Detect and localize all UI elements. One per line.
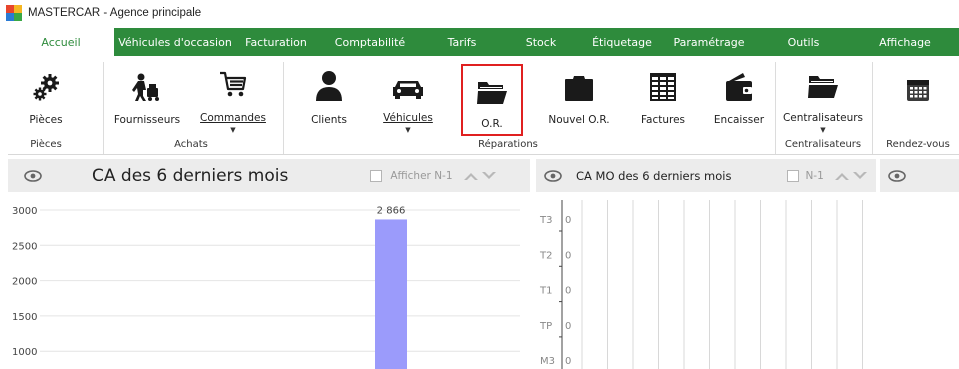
tab-facturation[interactable]: Facturation xyxy=(236,28,316,56)
ca-chart-svg: 3000 2500 2000 1500 1000 2 866 xyxy=(12,205,520,369)
rendezvous-button[interactable] xyxy=(888,60,948,134)
factures-button[interactable]: Factures xyxy=(632,60,694,134)
cart-icon xyxy=(218,64,248,100)
fournisseurs-button[interactable]: Fournisseurs xyxy=(112,60,182,134)
encaisser-button[interactable]: Encaisser xyxy=(704,60,774,134)
value-label: 0 xyxy=(565,250,571,261)
tab-comptabilite[interactable]: Comptabilité xyxy=(316,28,424,56)
chevron-down-icon: ▼ xyxy=(405,126,411,134)
group-separator xyxy=(283,62,284,154)
open-folder-icon xyxy=(807,64,839,100)
window-title: MASTERCAR - Agence principale xyxy=(28,7,202,19)
n1-label: N-1 xyxy=(805,169,824,182)
value-label: 0 xyxy=(565,356,571,367)
title-bar: MASTERCAR - Agence principale xyxy=(0,0,959,26)
tab-stock[interactable]: Stock xyxy=(500,28,582,56)
tab-tarifs[interactable]: Tarifs xyxy=(424,28,500,56)
group-separator xyxy=(872,62,873,154)
commandes-label: Commandes xyxy=(200,112,266,124)
gears-icon xyxy=(31,64,61,102)
group-label-reparations: Réparations xyxy=(478,139,538,150)
pieces-label: Pièces xyxy=(29,114,63,126)
group-label-achats: Achats xyxy=(174,139,208,150)
chevron-down-icon[interactable] xyxy=(852,171,868,181)
afficher-n1-label: Afficher N-1 xyxy=(390,169,453,182)
chevron-down-icon[interactable] xyxy=(481,171,497,181)
group-separator xyxy=(775,62,776,154)
pieces-button[interactable]: Pièces xyxy=(18,60,74,134)
nouvel-or-button[interactable]: Nouvel O.R. xyxy=(542,60,616,134)
bar xyxy=(375,219,407,369)
tab-etiquetage[interactable]: Étiquetage xyxy=(582,28,662,56)
delivery-person-icon xyxy=(131,64,163,102)
nouvel-or-label: Nouvel O.R. xyxy=(548,114,610,126)
y-tick-label: 1500 xyxy=(12,312,37,323)
tab-vehicules-occasion[interactable]: Véhicules d'occasion xyxy=(114,28,236,56)
centralisateurs-button[interactable]: Centralisateurs ▼ xyxy=(780,60,866,134)
ca-mo-chart-svg: T3 0 T2 0 T1 0 TP 0 M3 0 xyxy=(539,200,863,369)
group-label-centralisateurs: Centralisateurs xyxy=(784,139,862,150)
clients-button[interactable]: Clients xyxy=(298,60,360,134)
vehicules-button[interactable]: Véhicules ▼ xyxy=(374,60,442,134)
y-tick-label: 2500 xyxy=(12,241,37,252)
y-tick-label: 3000 xyxy=(12,206,37,217)
y-tick-label: 1000 xyxy=(12,347,37,358)
centralisateurs-label: Centralisateurs xyxy=(782,112,864,124)
category-label: M3 xyxy=(540,356,555,367)
chevron-up-icon[interactable] xyxy=(834,171,850,181)
or-label: O.R. xyxy=(481,118,503,130)
y-tick-label: 2000 xyxy=(12,277,37,288)
group-separator xyxy=(103,62,104,154)
left-panel-title: CA des 6 derniers mois xyxy=(92,165,289,186)
encaisser-label: Encaisser xyxy=(713,114,765,126)
person-icon xyxy=(314,64,344,102)
vehicules-label: Véhicules xyxy=(383,112,433,124)
fournisseurs-label: Fournisseurs xyxy=(113,114,181,126)
calendar-icon xyxy=(906,64,930,102)
chevron-down-icon: ▼ xyxy=(820,126,826,134)
third-panel-header xyxy=(880,159,959,192)
tab-affichage[interactable]: Affichage xyxy=(851,28,959,56)
category-label: T3 xyxy=(539,215,552,226)
left-panel-header: CA des 6 derniers mois Afficher N-1 xyxy=(8,159,530,192)
right-panel-arrows xyxy=(834,171,868,181)
group-label-pieces: Pièces xyxy=(30,139,62,150)
factures-label: Factures xyxy=(640,114,686,126)
value-label: 0 xyxy=(565,215,571,226)
clients-label: Clients xyxy=(311,114,347,126)
commandes-button[interactable]: Commandes ▼ xyxy=(194,60,272,134)
value-label: 0 xyxy=(565,286,571,297)
car-icon xyxy=(392,64,424,100)
wallet-icon xyxy=(725,64,753,102)
group-label-rendezvous: Rendez-vous xyxy=(886,139,950,150)
value-label: 0 xyxy=(565,321,571,332)
app-logo-icon xyxy=(6,5,22,21)
ribbon: Pièces Pièces Fournisseurs Commandes ▼ A… xyxy=(8,56,959,155)
ca-mo-chart: T3 0 T2 0 T1 0 TP 0 M3 0 xyxy=(536,194,876,369)
right-panel-header: CA MO des 6 derniers mois N-1 xyxy=(536,159,876,192)
tab-accueil[interactable]: Accueil xyxy=(8,28,114,56)
afficher-n1-checkbox[interactable] xyxy=(370,169,383,182)
ca-chart: 3000 2500 2000 1500 1000 2 866 xyxy=(8,194,530,369)
eye-icon[interactable] xyxy=(24,169,42,182)
open-folder-icon xyxy=(476,68,508,106)
eye-icon[interactable] xyxy=(544,169,562,182)
category-label: TP xyxy=(539,321,552,332)
data-label: 2 866 xyxy=(377,205,406,216)
n1-checkbox[interactable] xyxy=(787,169,800,182)
tab-outils[interactable]: Outils xyxy=(756,28,851,56)
menu-bar: Accueil Véhicules d'occasion Facturation… xyxy=(8,28,959,56)
or-button[interactable]: O.R. xyxy=(461,64,523,136)
category-label: T2 xyxy=(539,250,552,261)
eye-icon[interactable] xyxy=(888,169,906,182)
right-panel-title: CA MO des 6 derniers mois xyxy=(576,168,732,183)
chevron-down-icon: ▼ xyxy=(230,126,236,134)
tab-parametrage[interactable]: Paramétrage xyxy=(662,28,756,56)
folder-icon xyxy=(564,64,594,102)
table-icon xyxy=(649,64,677,102)
left-panel-arrows xyxy=(463,171,497,181)
category-label: T1 xyxy=(539,286,552,297)
chevron-up-icon[interactable] xyxy=(463,171,479,181)
